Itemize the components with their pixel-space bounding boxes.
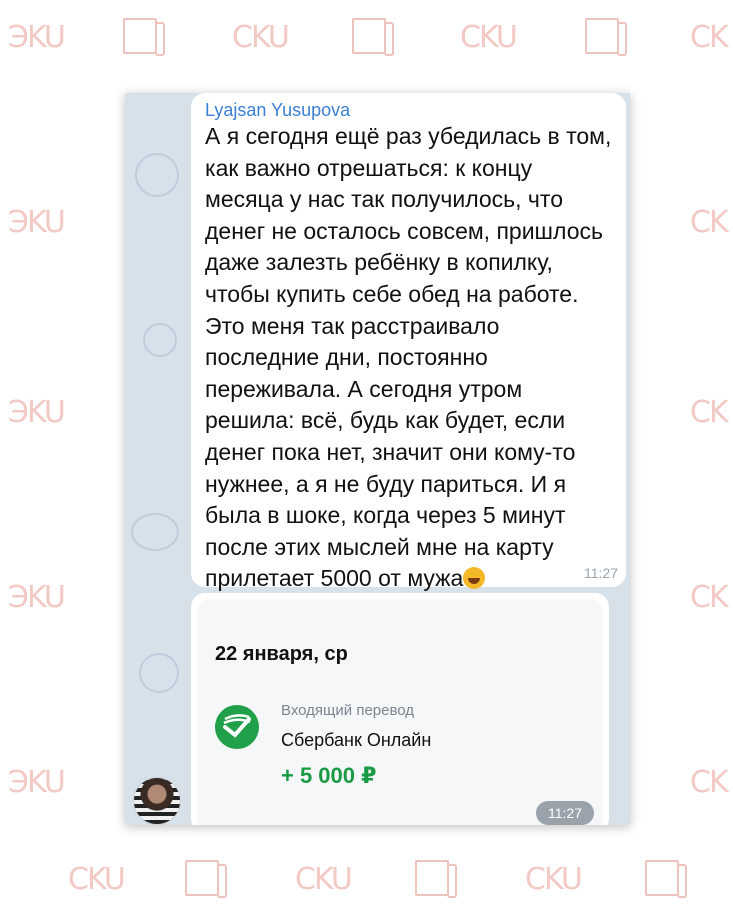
watermark-logo: ЭKU <box>8 580 66 615</box>
transaction-card: 22 января, ср Входящий перевод Сбербанк … <box>197 599 603 825</box>
star-struck-emoji-icon <box>463 567 486 590</box>
watermark-logo: CKU <box>68 862 126 897</box>
image-message[interactable]: 22 января, ср Входящий перевод Сбербанк … <box>191 593 609 825</box>
message-text: А я сегодня ещё раз убедилась в том, как… <box>205 123 612 592</box>
watermark-logo: CKU <box>295 862 353 897</box>
watermark-book-icon <box>185 860 227 898</box>
avatar[interactable] <box>133 777 181 825</box>
watermark-logo: CK <box>690 205 729 240</box>
watermark-book-icon <box>585 18 627 56</box>
watermark-logo: ЭKU <box>8 205 66 240</box>
watermark-logo: CK <box>690 765 729 800</box>
chat-background-doodle <box>143 323 177 357</box>
chat-background-doodle <box>139 653 179 693</box>
watermark-book-icon <box>352 18 394 56</box>
watermark-logo: ЭKU <box>8 395 66 430</box>
image-message-time: 11:27 <box>536 801 594 825</box>
message-bubble[interactable]: Lyajsan Yusupova А я сегодня ещё раз убе… <box>191 93 626 591</box>
watermark-logo: ЭKU <box>8 20 66 55</box>
transaction-bank: Сбербанк Онлайн <box>281 730 432 750</box>
transaction-date: 22 января, ср <box>215 643 348 665</box>
chat-background-doodle <box>135 153 179 197</box>
chat-screenshot: Lyajsan Yusupova А я сегодня ещё раз убе… <box>125 93 630 825</box>
watermark-logo: CKU <box>460 20 518 55</box>
watermark-logo: CK <box>690 395 729 430</box>
sender-name[interactable]: Lyajsan Yusupova <box>205 99 612 121</box>
watermark-book-icon <box>415 860 457 898</box>
transaction-amount: + 5 000 ₽ <box>281 763 377 788</box>
transaction-type: Входящий перевод <box>281 702 415 719</box>
watermark-book-icon <box>123 18 165 56</box>
watermark-book-icon <box>645 860 687 898</box>
message-time: 11:27 <box>584 565 618 581</box>
watermark-logo: ЭKU <box>8 765 66 800</box>
sberbank-logo-icon <box>215 705 259 749</box>
watermark-logo: CK <box>690 20 729 55</box>
watermark-logo: CKU <box>232 20 290 55</box>
watermark-logo: CK <box>690 580 729 615</box>
watermark-logo: CKU <box>525 862 583 897</box>
chat-background-doodle <box>131 513 179 551</box>
